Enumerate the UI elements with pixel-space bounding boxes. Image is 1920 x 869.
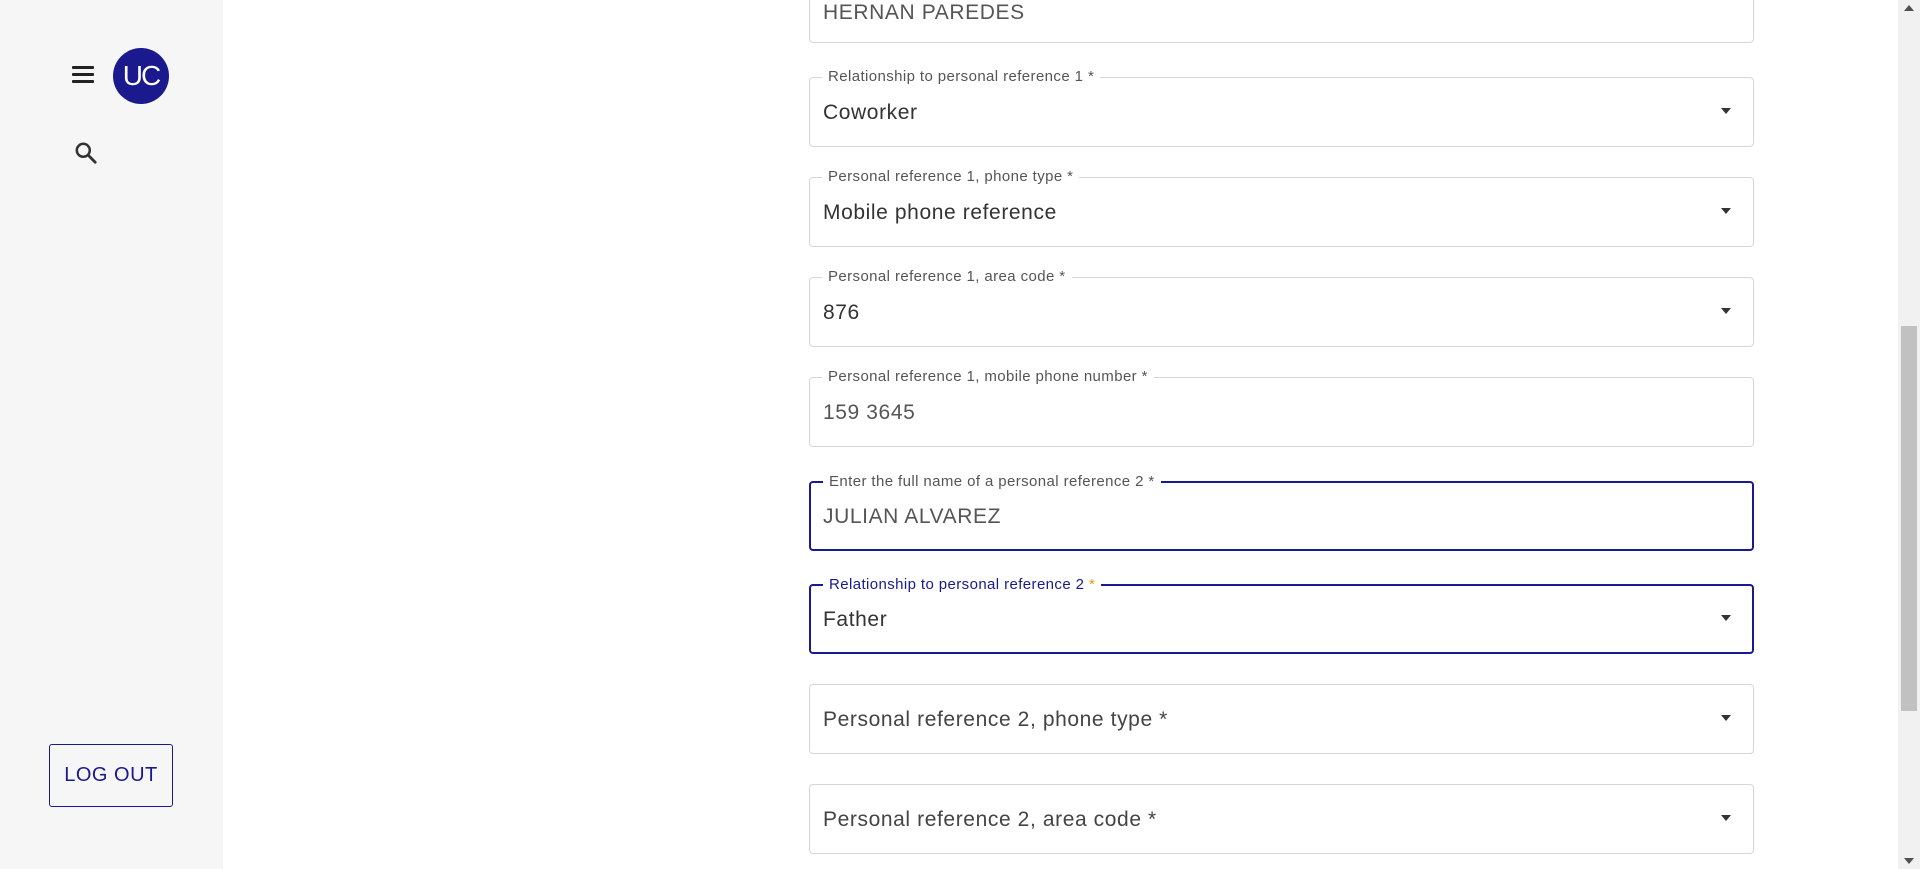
ref1-area-code-select[interactable]: Personal reference 1, area code * 876: [809, 269, 1754, 347]
sidebar: UC LOG OUT: [0, 0, 223, 869]
avatar-initials: UC: [122, 60, 161, 91]
ref1-relationship-label: Relationship to personal reference 1 *: [822, 69, 1101, 85]
dropdown-arrow-icon: [1721, 108, 1731, 114]
dropdown-arrow-icon: [1721, 308, 1731, 314]
logout-button[interactable]: LOG OUT: [49, 744, 173, 807]
ref1-mobile-number-label: Personal reference 1, mobile phone numbe…: [822, 369, 1154, 385]
ref2-relationship-label-text: Relationship to personal reference 2: [829, 576, 1085, 593]
page-scrollbar[interactable]: [1898, 0, 1920, 869]
scroll-up-arrow-icon[interactable]: [1904, 5, 1914, 11]
ref1-name-value: HERNAN PAREDES: [823, 1, 1025, 24]
dropdown-arrow-icon: [1721, 815, 1731, 821]
ref1-mobile-number-input[interactable]: Personal reference 1, mobile phone numbe…: [809, 369, 1754, 447]
ref2-name-input[interactable]: Enter the full name of a personal refere…: [809, 474, 1754, 551]
hamburger-menu-icon[interactable]: [70, 64, 96, 84]
dropdown-arrow-icon: [1721, 208, 1731, 214]
ref1-area-code-label: Personal reference 1, area code *: [822, 269, 1072, 285]
ref2-relationship-value: Father: [823, 608, 888, 631]
scrollbar-thumb[interactable]: [1901, 326, 1917, 711]
ref2-name-value: JULIAN ALVAREZ: [823, 505, 1002, 528]
ref1-phone-type-label: Personal reference 1, phone type *: [822, 169, 1080, 185]
ref1-name-field[interactable]: HERNAN PAREDES: [809, 0, 1754, 43]
ref2-name-label: Enter the full name of a personal refere…: [823, 474, 1161, 490]
required-star: *: [1088, 576, 1096, 593]
main-content: HERNAN PAREDES Relationship to personal …: [223, 0, 1898, 869]
ref2-phone-type-placeholder: Personal reference 2, phone type *: [823, 708, 1168, 731]
ref1-area-code-value: 876: [823, 301, 860, 324]
ref1-mobile-number-value: 159 3645: [823, 401, 916, 424]
dropdown-arrow-icon: [1721, 715, 1731, 721]
ref2-phone-type-select[interactable]: Personal reference 2, phone type *: [809, 684, 1754, 754]
ref1-phone-type-select[interactable]: Personal reference 1, phone type * Mobil…: [809, 169, 1754, 247]
ref2-area-code-select[interactable]: Personal reference 2, area code *: [809, 784, 1754, 854]
ref1-relationship-select[interactable]: Relationship to personal reference 1 * C…: [809, 69, 1754, 147]
ref2-area-code-placeholder: Personal reference 2, area code *: [823, 808, 1157, 831]
ref2-relationship-label: Relationship to personal reference 2 *: [823, 576, 1102, 593]
search-icon[interactable]: [73, 140, 99, 166]
scroll-down-arrow-icon[interactable]: [1904, 858, 1914, 864]
dropdown-arrow-icon: [1721, 615, 1731, 621]
avatar[interactable]: UC: [113, 48, 169, 104]
ref1-relationship-value: Coworker: [823, 101, 918, 124]
ref1-phone-type-value: Mobile phone reference: [823, 201, 1057, 224]
ref2-relationship-select[interactable]: Relationship to personal reference 2 * F…: [809, 577, 1754, 654]
